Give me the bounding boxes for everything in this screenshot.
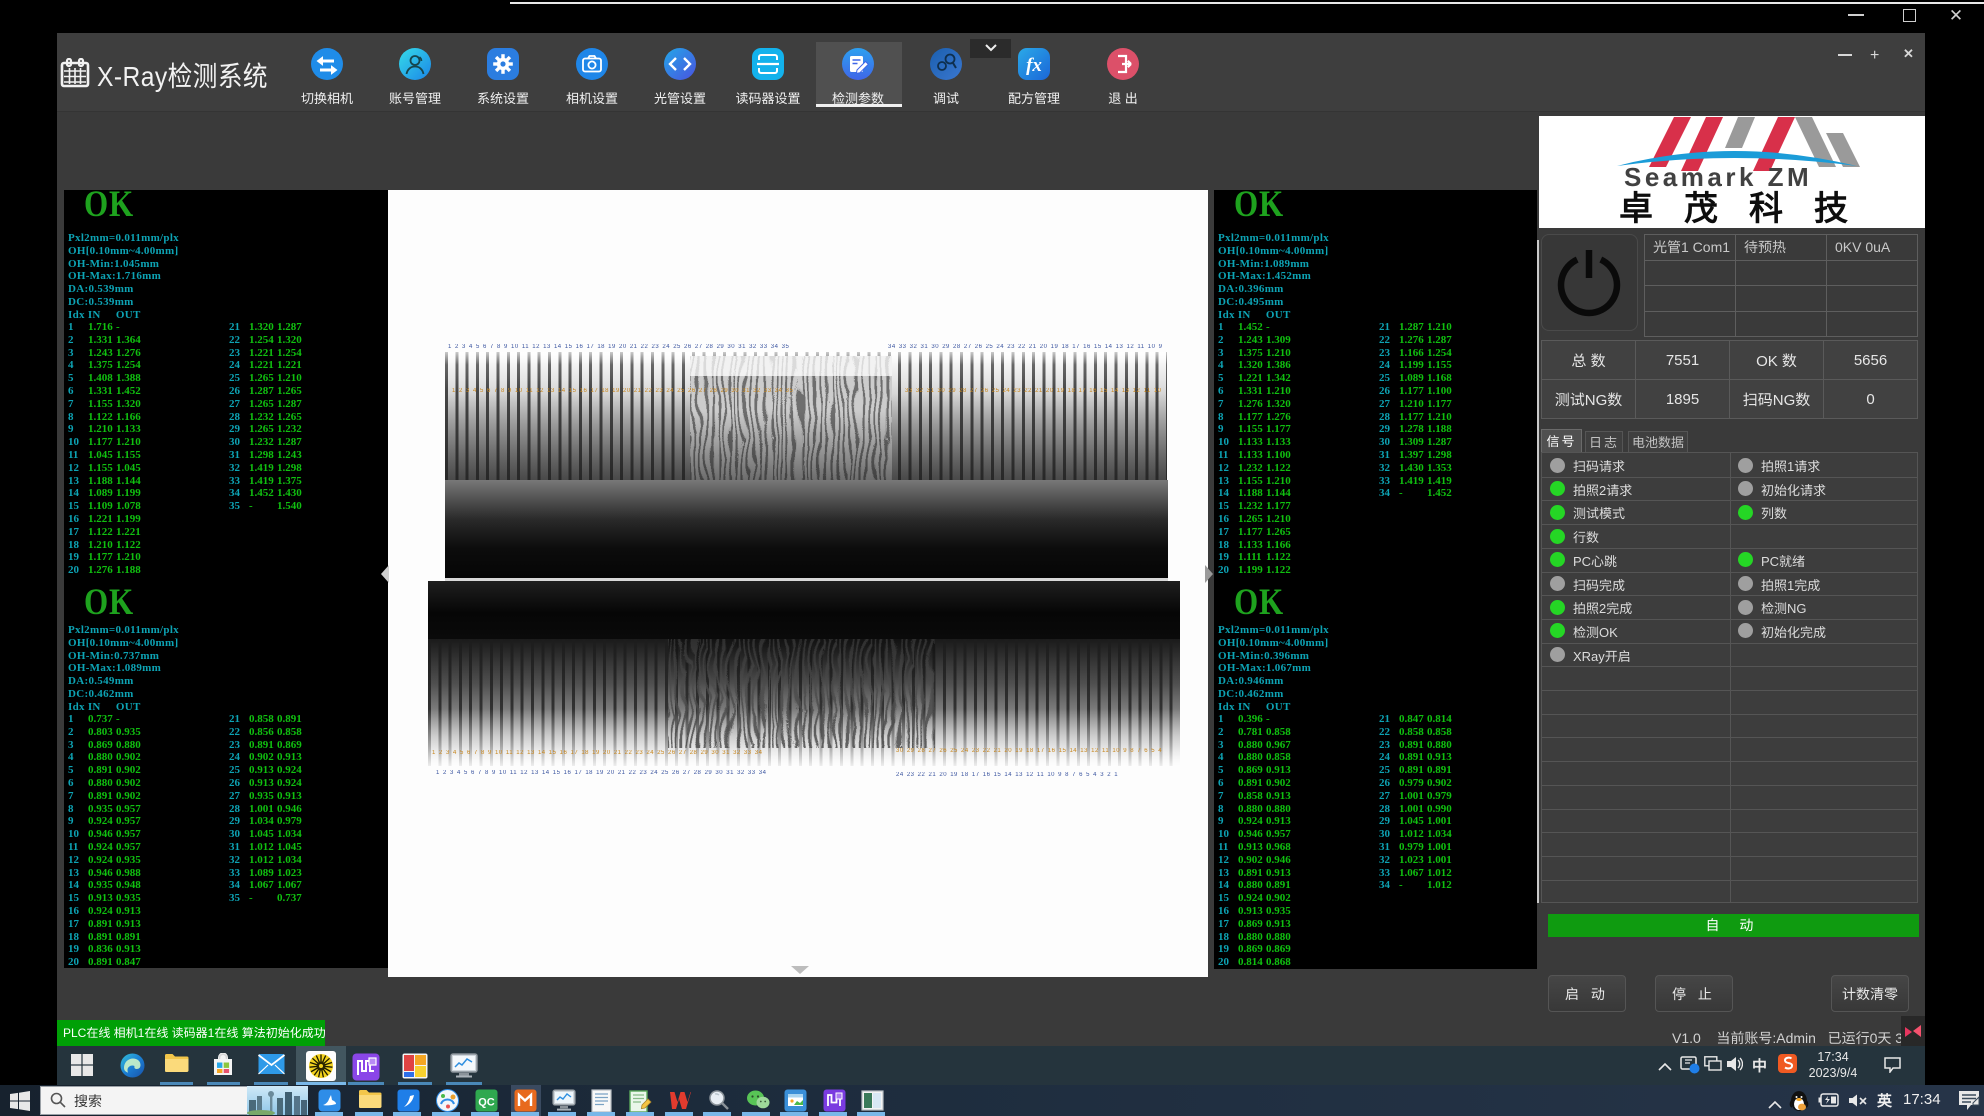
svg-text:Seamark ZM: Seamark ZM (1624, 162, 1812, 192)
svg-text:QC: QC (478, 1097, 495, 1109)
svg-text:fx: fx (1026, 55, 1042, 76)
svg-text:卓茂科技: 卓茂科技 (1619, 190, 1879, 228)
